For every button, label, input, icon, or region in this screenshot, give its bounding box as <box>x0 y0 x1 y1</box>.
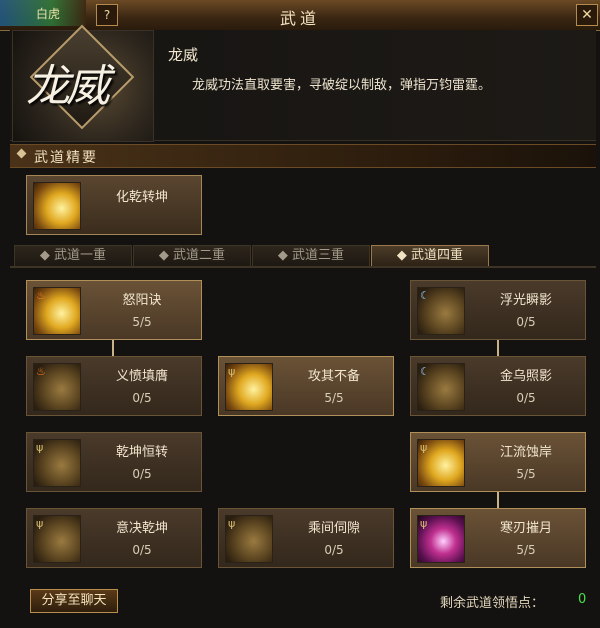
skill-name: 乘间伺隙 <box>307 521 360 536</box>
remaining-points-value: 0 <box>578 592 587 607</box>
skill-level: 5/5 <box>132 315 152 329</box>
crimson-blade-icon: ψ <box>417 515 465 563</box>
tab-tier-2[interactable]: ◆ 武道二重 <box>133 245 251 267</box>
skill-description: 龙威功法直取要害，寻破绽以制敌，弹指万钧雷霆。 <box>192 78 492 93</box>
skill-title: 龙威 <box>168 46 199 64</box>
skill-name: 义愤填膺 <box>115 369 168 384</box>
palm-icon: ψ <box>33 439 81 487</box>
moon-palm-icon: ☾ <box>417 363 465 411</box>
skill-card[interactable]: ψ 意决乾坤 0/5 <box>26 508 202 568</box>
close-button[interactable]: ✕ <box>576 4 598 26</box>
essence-skill-name: 化乾转坤 <box>115 190 168 205</box>
fist-icon: ψ <box>225 515 273 563</box>
skill-name: 寒刃摧月 <box>499 521 552 536</box>
remaining-points-label: 剩余武道领悟点： <box>440 596 545 611</box>
skill-level: 0/5 <box>516 315 536 329</box>
tab-tier-1[interactable]: ◆ 武道一重 <box>14 245 132 267</box>
skill-card[interactable]: ☾ 浮光瞬影 0/5 <box>410 280 586 340</box>
skill-level: 0/5 <box>132 391 152 405</box>
skill-card[interactable]: ♨ 怒阳诀 5/5 <box>26 280 202 340</box>
skill-name: 攻其不备 <box>307 369 360 384</box>
skill-level: 0/5 <box>132 467 152 481</box>
fist-icon: ψ <box>225 363 273 411</box>
moon-palm-icon: ☾ <box>417 287 465 335</box>
skill-level: 0/5 <box>324 543 344 557</box>
skill-connector <box>112 338 114 356</box>
section-title: 武道精要 <box>34 150 98 166</box>
skill-level: 0/5 <box>132 543 152 557</box>
skill-card[interactable]: ♨ 义愤填膺 0/5 <box>26 356 202 416</box>
share-to-chat-button[interactable]: 分享至聊天 <box>30 589 118 613</box>
skill-name: 乾坤恒转 <box>115 445 168 460</box>
skill-connector <box>497 490 499 508</box>
palm-icon <box>33 182 81 230</box>
fire-palm-icon: ♨ <box>33 287 81 335</box>
skill-level: 5/5 <box>516 467 536 481</box>
window-title: 武道 <box>279 9 320 28</box>
skill-level: 5/5 <box>516 543 536 557</box>
skill-name: 江流蚀岸 <box>499 445 552 460</box>
skill-name: 怒阳诀 <box>122 293 162 308</box>
palm-icon: ψ <box>417 439 465 487</box>
skill-level: 5/5 <box>324 391 344 405</box>
skill-name: 浮光瞬影 <box>499 293 552 308</box>
skill-card[interactable]: ψ 寒刃摧月 5/5 <box>410 508 586 568</box>
palm-icon: ψ <box>33 515 81 563</box>
skill-name: 意决乾坤 <box>115 521 168 536</box>
skill-card[interactable]: ψ 乾坤恒转 0/5 <box>26 432 202 492</box>
skill-card[interactable]: ψ 乘间伺隙 0/5 <box>218 508 394 568</box>
skill-connector <box>497 338 499 356</box>
tab-tier-4[interactable]: ◆ 武道四重 <box>371 245 489 267</box>
skill-card[interactable]: ψ 江流蚀岸 5/5 <box>410 432 586 492</box>
skill-level: 0/5 <box>516 391 536 405</box>
fist-icon: ♨ <box>33 363 81 411</box>
emblem-calligraphy: 龙威 <box>26 61 110 112</box>
tab-divider <box>10 266 596 268</box>
tab-tier-3[interactable]: ◆ 武道三重 <box>252 245 370 267</box>
essence-skill-card[interactable]: 化乾转坤 <box>26 175 202 235</box>
skill-name: 金乌照影 <box>499 369 552 384</box>
skill-card[interactable]: ☾ 金乌照影 0/5 <box>410 356 586 416</box>
skill-card[interactable]: ψ 攻其不备 5/5 <box>218 356 394 416</box>
